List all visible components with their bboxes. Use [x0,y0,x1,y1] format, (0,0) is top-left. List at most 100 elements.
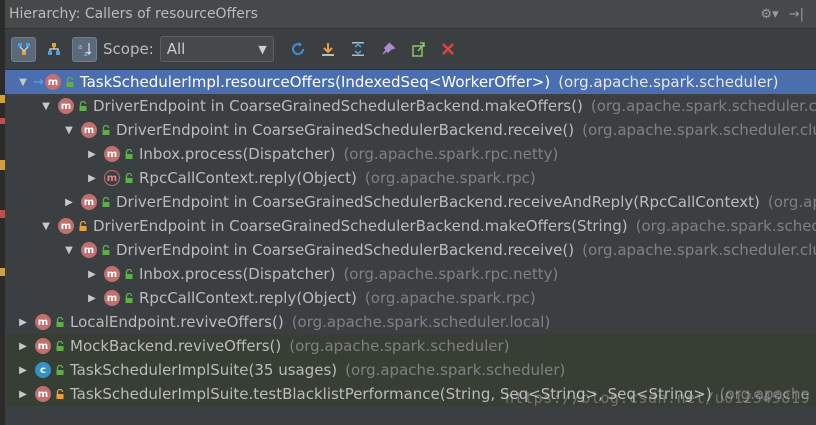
package-name: (org.apache.spark.scheduler.clus [590,97,816,115]
access-lock-icon [125,293,133,303]
package-name: (org.apache.spark.scheduler.clust [582,121,816,139]
method-signature: Inbox.process(Dispatcher) [139,265,336,283]
method-icon: m [58,218,74,234]
access-lock-icon [56,317,64,327]
tree-row[interactable]: ▶ m MockBackend.reviveOffers() (org.apache.… [5,334,816,358]
method-icon: m [104,170,120,186]
sort-alphabetically-button[interactable]: a z [72,36,97,62]
tree-row[interactable]: ▼ m DriverEndpoint in CoarseGrainedSchedul… [5,94,816,118]
hide-panel-icon[interactable]: →| [789,7,804,22]
access-lock-icon [56,365,64,375]
expand-all-icon [351,42,364,56]
package-name: (org.apache.spark.scheduler) [289,337,510,355]
expand-arrow-icon[interactable]: ▶ [17,389,29,400]
collapse-arrow-icon[interactable]: ▼ [40,101,52,112]
method-icon: m [35,314,51,330]
access-lock-icon [66,77,74,87]
method-signature: RpcCallContext.reply(Object) [139,289,357,307]
method-icon: m [81,194,97,210]
tree-icon [48,43,60,55]
method-icon: m [104,290,120,306]
chevron-down-icon: ▼ [258,42,267,56]
tree-row[interactable]: ▼ m DriverEndpoint in CoarseGrainedSchedul… [5,238,816,262]
gear-icon[interactable]: ⚙▾ [761,7,779,22]
method-icon: m [58,98,74,114]
method-signature: DriverEndpoint in CoarseGrainedScheduler… [116,121,575,139]
close-button[interactable] [436,37,460,61]
method-icon: m [81,122,97,138]
expand-arrow-icon[interactable]: ▶ [86,293,98,304]
panel-title: Hierarchy: Callers of resourceOffers [9,6,258,22]
hierarchy-icon [17,43,30,55]
caller-hierarchy-button[interactable] [42,37,66,61]
svg-text:z: z [84,50,88,57]
access-lock-icon [56,341,64,351]
access-lock-icon [102,125,110,135]
method-signature: DriverEndpoint in CoarseGrainedScheduler… [93,97,583,115]
method-icon: m [104,146,120,162]
access-lock-icon [102,245,110,255]
access-lock-icon [79,101,87,111]
tree-row[interactable]: ▶ m Inbox.process(Dispatcher) (org.apache.s… [5,142,816,166]
tree-row[interactable]: ▶ m Inbox.process(Dispatcher) (org.apache.s… [5,262,816,286]
hierarchy-toolbar: a z Scope: All ▼ [5,29,816,70]
method-icon: m [104,266,120,282]
collapse-arrow-icon[interactable]: ▼ [63,245,75,256]
access-lock-icon [125,149,133,159]
expand-arrow-icon[interactable]: ▶ [17,317,29,328]
open-in-tab-button[interactable] [406,37,430,61]
access-lock-icon [79,221,87,231]
refresh-button[interactable] [286,37,310,61]
tree-row[interactable]: ▶ m LocalEndpoint.reviveOffers() (org.apach… [5,310,816,334]
callee-hierarchy-button[interactable] [11,36,36,62]
method-signature: LocalEndpoint.reviveOffers() [70,313,284,331]
expand-arrow-icon[interactable]: ▶ [86,173,98,184]
export-button[interactable] [316,37,340,61]
method-icon: m [44,74,61,90]
class-icon: c [35,362,51,378]
access-lock-icon [125,269,133,279]
expand-arrow-icon[interactable]: ▶ [17,365,29,376]
collapse-arrow-icon[interactable]: ▼ [17,77,29,88]
close-icon [441,43,454,55]
expand-all-button[interactable] [346,37,370,61]
package-name: (org.apache.spark.scheduler) [345,361,566,379]
title-bar: Hierarchy: Callers of resourceOffers ⚙▾ … [5,0,816,29]
sort-az-icon: a z [78,43,91,57]
expand-arrow-icon[interactable]: ▶ [63,197,75,208]
scope-dropdown-value: All [166,40,186,58]
package-name: (org.apache.spark.rpc.netty) [343,145,559,163]
collapse-arrow-icon[interactable]: ▼ [63,125,75,136]
scope-dropdown[interactable]: All ▼ [159,36,274,62]
tree-row[interactable]: ▶ c TaskSchedulerImplSuite(35 usages) (org.… [5,358,816,382]
package-name: (org.apache.spark.rpc.netty) [343,265,559,283]
export-tab-icon [412,42,425,57]
pin-tab-button[interactable] [376,37,400,61]
package-name: (org.apa [767,193,816,211]
tree-row[interactable]: ▶ m RpcCallContext.reply(Object) (org.apach… [5,286,816,310]
expand-arrow-icon[interactable]: ▶ [17,341,29,352]
hierarchy-tree: ▼ → m TaskSchedulerImpl.resourceOffers(Inde… [5,70,816,425]
access-lock-icon [125,173,133,183]
method-signature: Inbox.process(Dispatcher) [139,145,336,163]
tree-row[interactable]: ▼ m DriverEndpoint in CoarseGrainedSchedul… [5,214,816,238]
tree-row[interactable]: ▶ m RpcCallContext.reply(Object) (org.apach… [5,166,816,190]
package-name: (org.apache.spark.scheduler.local) [291,313,551,331]
method-signature: MockBackend.reviveOffers() [70,337,282,355]
package-name: (org.apache.spark.rpc) [364,289,536,307]
tree-row[interactable]: ▼ m DriverEndpoint in CoarseGrainedSchedul… [5,118,816,142]
package-name: (org.apache.spark.rpc) [364,169,536,187]
download-icon [321,43,334,56]
svg-text:a: a [78,43,82,51]
method-icon: m [35,338,51,354]
method-signature: RpcCallContext.reply(Object) [139,169,357,187]
expand-arrow-icon[interactable]: ▶ [86,269,98,280]
tree-row[interactable]: ▶ m DriverEndpoint in CoarseGrainedSchedul… [5,190,816,214]
method-signature: DriverEndpoint in CoarseGrainedScheduler… [116,193,760,211]
method-icon: m [81,242,97,258]
expand-arrow-icon[interactable]: ▶ [86,149,98,160]
method-signature: DriverEndpoint in CoarseGrainedScheduler… [116,241,575,259]
collapse-arrow-icon[interactable]: ▼ [40,221,52,232]
scope-label: Scope: [103,40,154,58]
tree-row[interactable]: ▼ → m TaskSchedulerImpl.resourceOffers(Inde… [5,70,816,94]
